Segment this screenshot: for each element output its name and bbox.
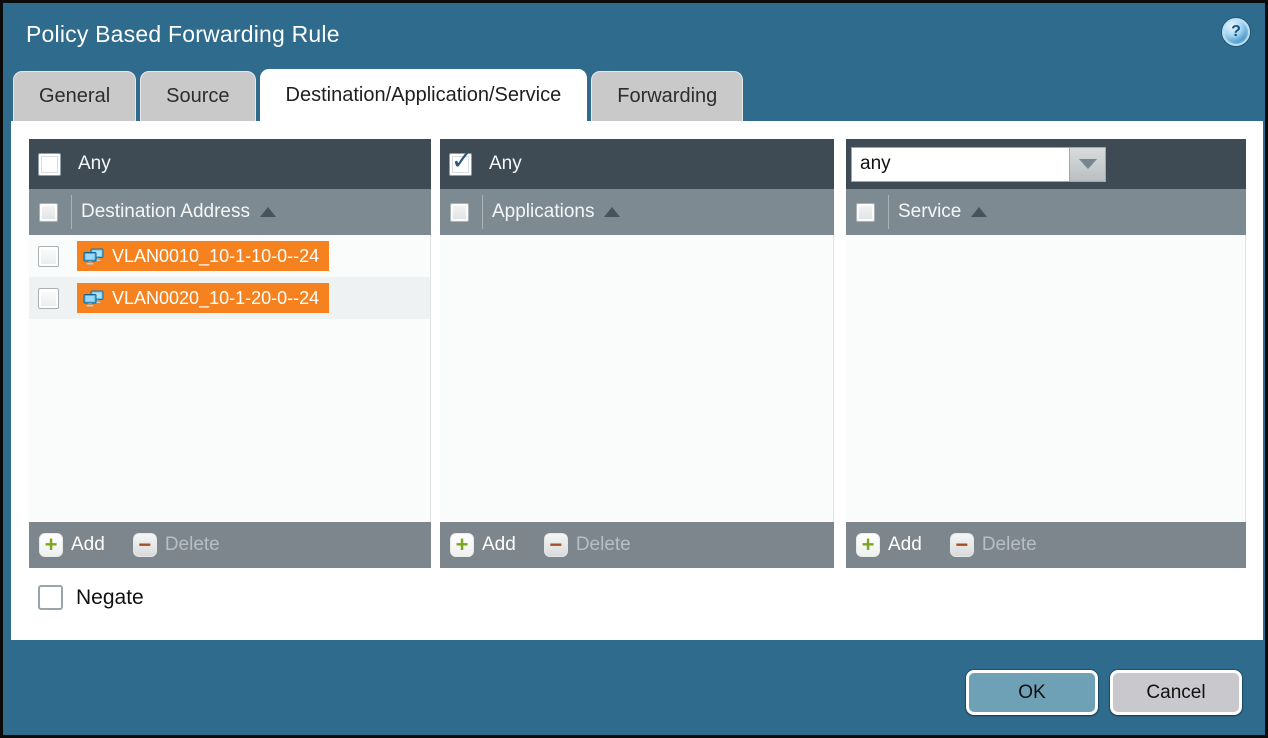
- service-dropdown-button[interactable]: [1069, 147, 1106, 182]
- destination-address-column: Any Destination Address: [29, 139, 431, 568]
- cancel-button[interactable]: Cancel: [1110, 670, 1242, 715]
- negate-row: Negate: [38, 585, 144, 610]
- applications-any-header: ✓ Any: [440, 139, 834, 189]
- question-glyph: ?: [1231, 23, 1241, 41]
- sort-ascending-icon[interactable]: [971, 207, 987, 217]
- destination-address-entry[interactable]: VLAN0020_10-1-20-0--24: [77, 283, 329, 313]
- dialog-title: Policy Based Forwarding Rule: [26, 21, 340, 48]
- tab-general[interactable]: General: [13, 71, 136, 121]
- destination-header-label[interactable]: Destination Address: [81, 201, 250, 223]
- destination-select-all-checkbox[interactable]: [39, 203, 58, 222]
- applications-list: [440, 235, 834, 522]
- ok-button[interactable]: OK: [966, 670, 1098, 715]
- sort-ascending-icon[interactable]: [260, 207, 276, 217]
- tab-bar: General Source Destination/Application/S…: [13, 69, 743, 121]
- applications-any-checkbox[interactable]: ✓: [449, 153, 472, 176]
- service-add-button[interactable]: + Add: [856, 533, 922, 557]
- minus-icon: −: [544, 533, 568, 557]
- destination-row-checkbox[interactable]: [38, 288, 59, 309]
- destination-address-label: VLAN0010_10-1-10-0--24: [112, 246, 319, 267]
- destination-add-button[interactable]: + Add: [39, 533, 105, 557]
- tab-content-panel: Any Destination Address: [11, 121, 1263, 640]
- service-select-all-checkbox[interactable]: [856, 203, 875, 222]
- service-list: [846, 235, 1246, 522]
- negate-label: Negate: [76, 586, 144, 610]
- plus-icon: +: [856, 533, 880, 557]
- destination-any-header: Any: [29, 139, 431, 189]
- help-icon[interactable]: ?: [1222, 18, 1250, 46]
- applications-delete-button[interactable]: − Delete: [544, 533, 631, 557]
- tab-forwarding[interactable]: Forwarding: [591, 71, 743, 121]
- applications-toolbar: + Add − Delete: [440, 522, 834, 568]
- service-column: Service + Add − Delete: [846, 139, 1246, 568]
- service-dropdown: [851, 147, 1106, 182]
- title-bar: Policy Based Forwarding Rule ?: [3, 3, 1265, 67]
- address-object-icon: [83, 248, 105, 265]
- destination-delete-button[interactable]: − Delete: [133, 533, 220, 557]
- applications-select-all-checkbox[interactable]: [450, 203, 469, 222]
- service-dropdown-input[interactable]: [851, 147, 1069, 182]
- applications-header-label[interactable]: Applications: [492, 201, 594, 223]
- service-toolbar: + Add − Delete: [846, 522, 1246, 568]
- destination-row-checkbox[interactable]: [38, 246, 59, 267]
- tab-source[interactable]: Source: [140, 71, 255, 121]
- minus-icon: −: [950, 533, 974, 557]
- policy-based-forwarding-dialog: Policy Based Forwarding Rule ? General S…: [0, 0, 1268, 738]
- applications-column: ✓ Any Applications + Add − Delete: [440, 139, 834, 568]
- plus-icon: +: [39, 533, 63, 557]
- applications-column-header: Applications: [440, 189, 834, 235]
- destination-toolbar: + Add − Delete: [29, 522, 431, 568]
- address-object-icon: [83, 290, 105, 307]
- service-header-label[interactable]: Service: [898, 201, 961, 223]
- list-item: VLAN0020_10-1-20-0--24: [29, 277, 430, 319]
- list-item: VLAN0010_10-1-10-0--24: [29, 235, 430, 277]
- destination-any-checkbox[interactable]: [38, 153, 61, 176]
- minus-icon: −: [133, 533, 157, 557]
- applications-any-label: Any: [489, 153, 522, 175]
- destination-address-label: VLAN0020_10-1-20-0--24: [112, 288, 319, 309]
- service-delete-button[interactable]: − Delete: [950, 533, 1037, 557]
- destination-any-label: Any: [78, 153, 111, 175]
- service-dropdown-header: [846, 139, 1246, 189]
- applications-add-button[interactable]: + Add: [450, 533, 516, 557]
- chevron-down-icon: [1079, 159, 1097, 169]
- negate-checkbox[interactable]: [38, 585, 63, 610]
- destination-address-list: VLAN0010_10-1-10-0--24: [29, 235, 431, 522]
- plus-icon: +: [450, 533, 474, 557]
- tab-destination-application-service[interactable]: Destination/Application/Service: [260, 69, 588, 121]
- destination-column-header: Destination Address: [29, 189, 431, 235]
- checkmark-icon: ✓: [451, 147, 473, 173]
- service-column-header: Service: [846, 189, 1246, 235]
- destination-address-entry[interactable]: VLAN0010_10-1-10-0--24: [77, 241, 329, 271]
- sort-ascending-icon[interactable]: [604, 207, 620, 217]
